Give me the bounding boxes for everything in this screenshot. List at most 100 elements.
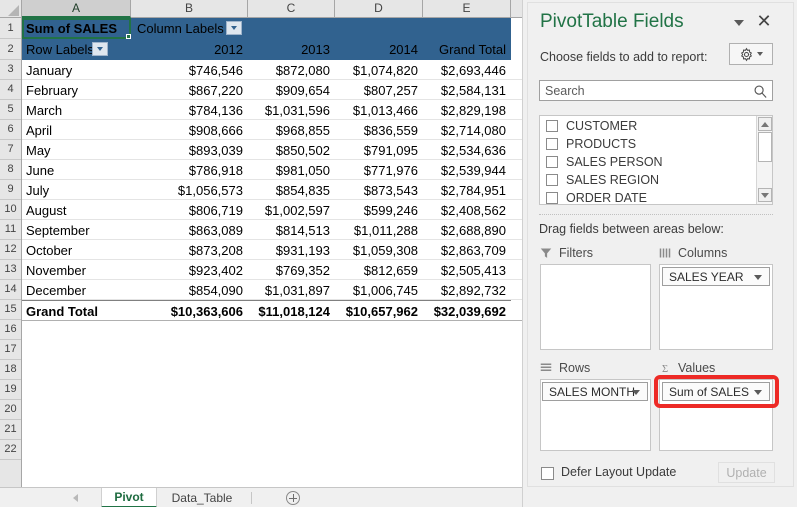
table-cell-value[interactable]: $854,090: [131, 280, 248, 300]
column-labels-filter-dropdown[interactable]: [226, 21, 242, 35]
table-cell-value[interactable]: $908,666: [131, 120, 248, 140]
chevron-down-icon[interactable]: [632, 390, 640, 395]
row-header-3[interactable]: 3: [0, 60, 21, 80]
row-header-2[interactable]: 2: [0, 39, 21, 60]
table-cell-value[interactable]: $1,059,308: [335, 240, 423, 260]
table-cell-value[interactable]: $836,559: [335, 120, 423, 140]
chevron-down-icon[interactable]: [754, 390, 762, 395]
row-header-1[interactable]: 1: [0, 18, 21, 39]
chevron-down-icon[interactable]: [754, 275, 762, 280]
table-cell-value[interactable]: $2,534,636: [423, 140, 511, 160]
table-row-label[interactable]: April: [22, 120, 131, 140]
add-sheet-button[interactable]: [286, 491, 300, 505]
table-cell-value[interactable]: $806,719: [131, 200, 248, 220]
table-cell-value[interactable]: $873,208: [131, 240, 248, 260]
scroll-down-button[interactable]: [758, 188, 772, 202]
field-list-item[interactable]: ORDER DATE: [540, 189, 752, 207]
table-row-label[interactable]: October: [22, 240, 131, 260]
table-cell-value[interactable]: $863,089: [131, 220, 248, 240]
table-row-label[interactable]: June: [22, 160, 131, 180]
table-cell-value[interactable]: $2,584,131: [423, 80, 511, 100]
grand-total-label[interactable]: Grand Total: [22, 301, 131, 321]
row-header-14[interactable]: 14: [0, 280, 21, 300]
field-list-item[interactable]: PRODUCTS: [540, 135, 752, 153]
table-cell-value[interactable]: $1,013,466: [335, 100, 423, 120]
field-checkbox[interactable]: [546, 156, 558, 168]
field-checkbox[interactable]: [546, 174, 558, 186]
table-row-label[interactable]: July: [22, 180, 131, 200]
prev-sheet-button[interactable]: [62, 488, 88, 507]
row-header-13[interactable]: 13: [0, 260, 21, 280]
table-cell-value[interactable]: $1,074,820: [335, 60, 423, 80]
row-header-19[interactable]: 19: [0, 380, 21, 400]
table-row-label[interactable]: February: [22, 80, 131, 100]
table-cell-value[interactable]: $981,050: [248, 160, 335, 180]
table-cell-value[interactable]: $968,855: [248, 120, 335, 140]
row-header-17[interactable]: 17: [0, 340, 21, 360]
row-header-6[interactable]: 6: [0, 120, 21, 140]
table-cell-value[interactable]: $812,659: [335, 260, 423, 280]
filters-drop-area[interactable]: [540, 264, 651, 350]
column-header-d[interactable]: D: [335, 0, 423, 17]
search-input[interactable]: Search: [539, 80, 773, 101]
sheet-tab-pivot[interactable]: Pivot: [101, 488, 157, 507]
table-cell-value[interactable]: $769,352: [248, 260, 335, 280]
row-header-15[interactable]: 15: [0, 300, 21, 320]
table-cell-value[interactable]: $791,095: [335, 140, 423, 160]
value-field-header[interactable]: Sum of SALES: [22, 18, 131, 39]
table-cell-value[interactable]: $931,193: [248, 240, 335, 260]
row-header-7[interactable]: 7: [0, 140, 21, 160]
row-header-12[interactable]: 12: [0, 240, 21, 260]
table-row-label[interactable]: January: [22, 60, 131, 80]
field-checkbox[interactable]: [546, 192, 558, 204]
table-cell-value[interactable]: $893,039: [131, 140, 248, 160]
sheet-tab-data-table[interactable]: Data_Table: [159, 488, 245, 507]
field-checkbox[interactable]: [546, 120, 558, 132]
defer-layout-update-checkbox[interactable]: [541, 467, 554, 480]
grand-total-value[interactable]: $10,363,606: [131, 301, 248, 321]
table-row-label[interactable]: November: [22, 260, 131, 280]
table-cell-value[interactable]: $1,011,288: [335, 220, 423, 240]
table-cell-value[interactable]: $867,220: [131, 80, 248, 100]
table-cell-value[interactable]: $923,402: [131, 260, 248, 280]
row-header-5[interactable]: 5: [0, 100, 21, 120]
table-cell-value[interactable]: $854,835: [248, 180, 335, 200]
column-header-c[interactable]: C: [248, 0, 335, 17]
table-row-label[interactable]: March: [22, 100, 131, 120]
field-list-item[interactable]: SALES PERSON: [540, 153, 752, 171]
table-cell-value[interactable]: $2,505,413: [423, 260, 511, 280]
select-all-corner[interactable]: [0, 0, 22, 18]
table-cell-value[interactable]: $2,714,080: [423, 120, 511, 140]
row-header-18[interactable]: 18: [0, 360, 21, 380]
row-header-10[interactable]: 10: [0, 200, 21, 220]
table-cell-value[interactable]: $872,080: [248, 60, 335, 80]
row-header-21[interactable]: 21: [0, 420, 21, 440]
table-cell-value[interactable]: $2,539,944: [423, 160, 511, 180]
table-cell-value[interactable]: $909,654: [248, 80, 335, 100]
grand-total-value[interactable]: $11,018,124: [248, 301, 335, 321]
scroll-up-button[interactable]: [758, 117, 772, 131]
scrollbar-thumb[interactable]: [758, 132, 772, 162]
table-cell-value[interactable]: $814,513: [248, 220, 335, 240]
table-cell-value[interactable]: $2,829,198: [423, 100, 511, 120]
chevron-down-icon[interactable]: [734, 20, 744, 26]
update-button[interactable]: Update: [718, 462, 775, 483]
table-row-label[interactable]: August: [22, 200, 131, 220]
table-cell-value[interactable]: $873,543: [335, 180, 423, 200]
table-cell-value[interactable]: $850,502: [248, 140, 335, 160]
table-cell-value[interactable]: $2,408,562: [423, 200, 511, 220]
cell-grid[interactable]: Sum of SALES Column Labels Row Labels 2012 2…: [22, 18, 522, 487]
row-header-16[interactable]: 16: [0, 320, 21, 340]
table-cell-value[interactable]: $599,246: [335, 200, 423, 220]
table-row-label[interactable]: May: [22, 140, 131, 160]
table-cell-value[interactable]: $1,031,596: [248, 100, 335, 120]
field-list-item[interactable]: SALES REGION: [540, 171, 752, 189]
column-header-a[interactable]: A: [22, 0, 131, 18]
column-header-b[interactable]: B: [131, 0, 248, 17]
column-header-e[interactable]: E: [423, 0, 511, 17]
table-cell-value[interactable]: $807,257: [335, 80, 423, 100]
table-cell-value[interactable]: $2,693,446: [423, 60, 511, 80]
row-header-8[interactable]: 8: [0, 160, 21, 180]
field-pill-sales-year[interactable]: SALES YEAR: [662, 267, 770, 286]
table-cell-value[interactable]: $746,546: [131, 60, 248, 80]
